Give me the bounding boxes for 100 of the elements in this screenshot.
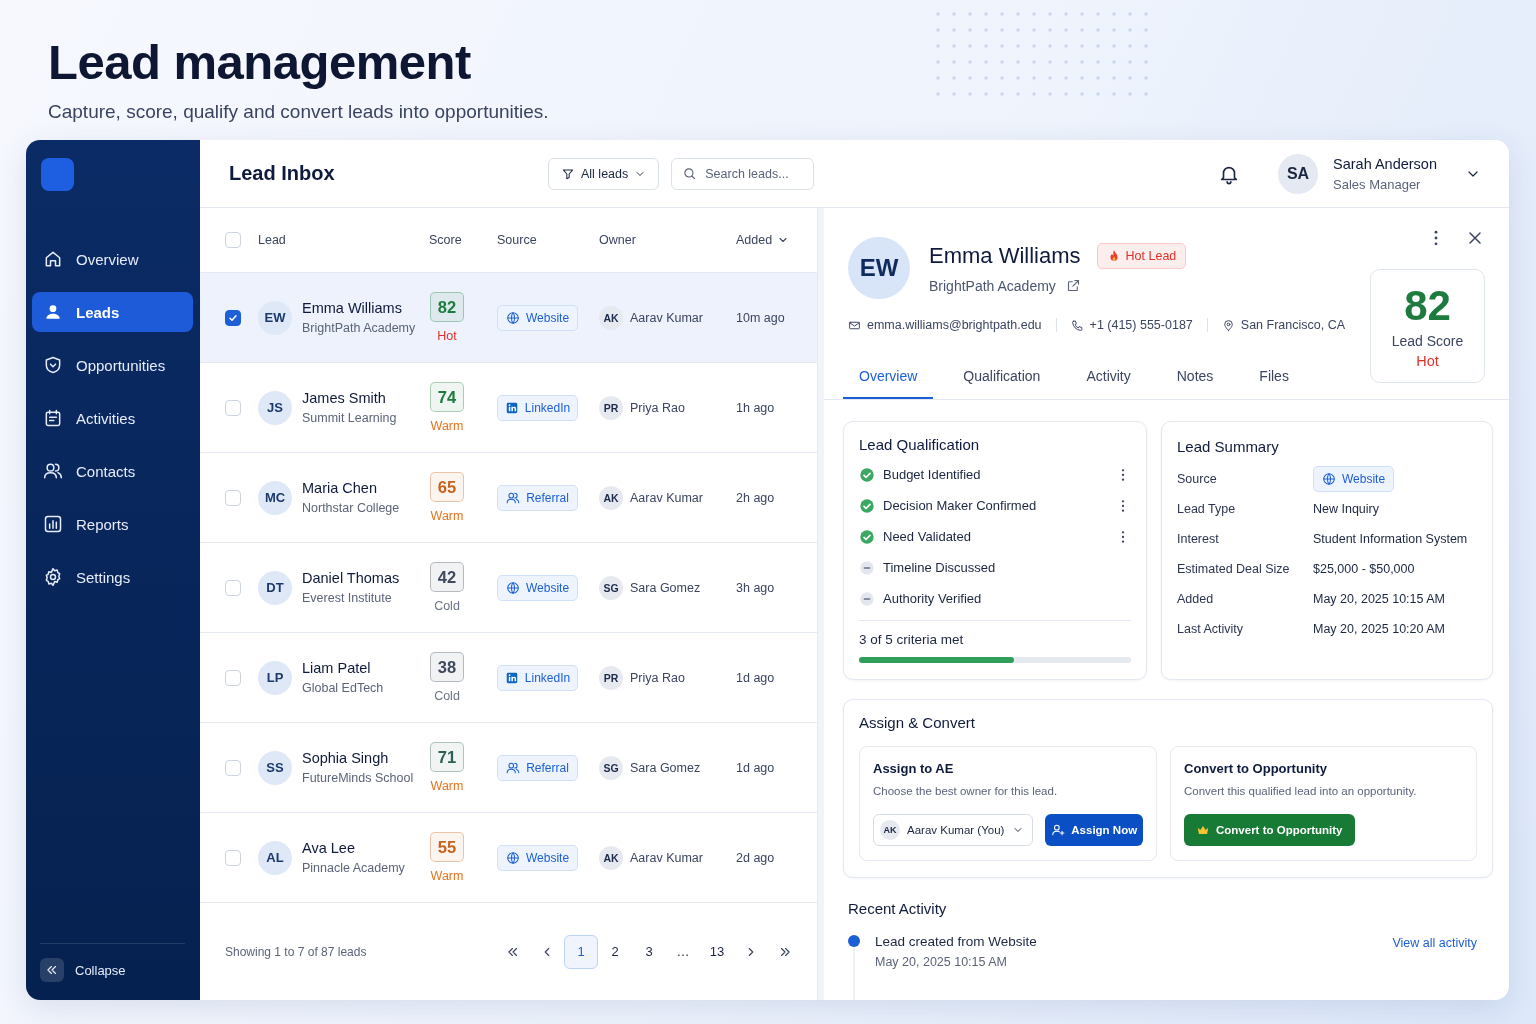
card-description: Convert this qualified lead into an opportunity. bbox=[1184, 785, 1418, 797]
nav-item[interactable]: Reports bbox=[32, 504, 193, 544]
card-title: Assign to AE bbox=[873, 761, 955, 776]
page-button[interactable]: 3 bbox=[632, 934, 666, 969]
source-label: Website bbox=[525, 310, 570, 325]
collapse-icon bbox=[40, 958, 64, 982]
tab[interactable]: Notes bbox=[1160, 355, 1230, 399]
score-badge: 38 bbox=[430, 652, 464, 682]
table-row[interactable]: JS James Smith Summit Learning 74 Warm LinkedIn PR Priya Rao 1h ago bbox=[200, 363, 817, 453]
summary-label: Source bbox=[1177, 472, 1218, 486]
avatar: PR bbox=[599, 395, 623, 420]
avatar: SS bbox=[258, 750, 292, 785]
score-badge: 55 bbox=[430, 832, 464, 862]
nav-item[interactable]: Opportunities bbox=[32, 345, 193, 385]
avatar: AK bbox=[599, 845, 623, 870]
user-plus-icon bbox=[1051, 823, 1066, 837]
page-button[interactable]: … bbox=[666, 934, 700, 969]
table-row[interactable]: DT Daniel Thomas Everest Institute 42 Cold Website SG Sara Gomez 3h ago bbox=[200, 543, 817, 633]
avatar: LP bbox=[258, 660, 292, 695]
page-button[interactable]: 13 bbox=[700, 934, 734, 969]
lead-name: Maria Chen bbox=[302, 480, 378, 496]
badge-label: Hot Lead bbox=[1125, 248, 1177, 263]
phone-icon bbox=[1070, 318, 1084, 332]
collapse-button[interactable]: Collapse bbox=[40, 958, 126, 982]
added-time: 1d ago bbox=[736, 670, 776, 685]
owner-name: Aarav Kumar bbox=[630, 850, 703, 865]
temperature-label: Hot bbox=[1416, 353, 1439, 369]
added-time: 3h ago bbox=[736, 580, 776, 595]
globe-icon bbox=[1321, 472, 1336, 486]
pagination-summary: Showing 1 to 7 of 87 leads bbox=[225, 944, 367, 959]
view-all-link[interactable]: View all activity bbox=[1392, 936, 1477, 950]
external-link-icon[interactable] bbox=[1065, 278, 1081, 293]
column-header[interactable]: Score bbox=[429, 233, 462, 247]
nav-item[interactable]: Activities bbox=[32, 398, 193, 438]
logo-icon bbox=[41, 158, 74, 191]
score-badge: 74 bbox=[430, 382, 464, 412]
activity-time: May 20, 2025 10:15 AM bbox=[875, 955, 1009, 969]
page-button[interactable]: 1 bbox=[564, 934, 598, 969]
criterion-label: Need Validated bbox=[883, 529, 971, 544]
table-row[interactable]: AL Ava Lee Pinnacle Academy 55 Warm Website AK Aarav Kumar 2d ago bbox=[200, 813, 817, 903]
score-badge: 65 bbox=[430, 472, 464, 502]
owner-name: Priya Rao bbox=[630, 400, 685, 415]
contact-text: +1 (415) 555-0187 bbox=[1089, 318, 1193, 332]
criterion-label: Decision Maker Confirmed bbox=[883, 498, 1037, 513]
score-label: Lead Score bbox=[1391, 333, 1464, 349]
nav-item[interactable]: Leads bbox=[32, 292, 193, 332]
summary-value: Student Information System bbox=[1313, 532, 1468, 546]
owner-name: Priya Rao bbox=[630, 670, 685, 685]
company-name: FutureMinds School bbox=[302, 771, 414, 785]
summary-label: Last Activity bbox=[1177, 622, 1244, 636]
search-input[interactable]: Search leads... bbox=[705, 166, 806, 181]
filter-button[interactable]: All leads bbox=[548, 157, 660, 190]
search-field[interactable]: Search leads... bbox=[671, 157, 815, 190]
nav-item[interactable]: Contacts bbox=[32, 451, 193, 491]
linkedin-icon bbox=[504, 670, 519, 685]
lead-name: Sophia Singh bbox=[302, 750, 390, 766]
criterion-label: Budget Identified bbox=[883, 467, 981, 482]
filter-icon bbox=[561, 166, 575, 181]
globe-icon bbox=[505, 310, 520, 325]
page-button[interactable]: 2 bbox=[598, 934, 632, 969]
convert-button[interactable]: Convert to Opportunity bbox=[1184, 814, 1355, 846]
column-header[interactable]: Source bbox=[497, 233, 537, 247]
nav-item[interactable]: Overview bbox=[32, 239, 193, 279]
table-row[interactable]: MC Maria Chen Northstar College 65 Warm Referral AK Aarav Kumar 2h ago bbox=[200, 453, 817, 543]
lead-name: James Smith bbox=[302, 390, 387, 406]
tab[interactable]: Activity bbox=[1070, 355, 1147, 399]
tab[interactable]: Overview bbox=[843, 355, 934, 399]
card-title: Convert to Opportunity bbox=[1184, 761, 1328, 776]
score-badge: 82 bbox=[430, 292, 464, 322]
owner-name: Sara Gomez bbox=[630, 580, 701, 595]
owner-select[interactable]: AK Aarav Kumar (You) bbox=[873, 814, 1034, 846]
user-icon bbox=[43, 302, 63, 322]
avatar: EW bbox=[258, 300, 292, 335]
assign-button[interactable]: Assign Now bbox=[1045, 814, 1143, 846]
page-title: Lead management bbox=[48, 34, 471, 90]
column-header[interactable]: Owner bbox=[599, 233, 636, 247]
summary-value: May 20, 2025 10:15 AM bbox=[1313, 592, 1446, 606]
avatar: SG bbox=[599, 755, 623, 780]
avatar: MC bbox=[258, 480, 292, 515]
table-row[interactable]: SS Sophia Singh FutureMinds School 71 Warm Referral SG Sara Gomez 1d ago bbox=[200, 723, 817, 813]
checkbox[interactable] bbox=[225, 309, 241, 326]
summary-value: May 20, 2025 10:20 AM bbox=[1313, 622, 1446, 636]
panel-title: Lead Inbox bbox=[229, 162, 336, 185]
table-row[interactable]: LP Liam Patel Global EdTech 38 Cold LinkedIn PR Priya Rao 1d ago bbox=[200, 633, 817, 723]
avatar: AL bbox=[258, 840, 292, 875]
tab[interactable]: Files bbox=[1243, 355, 1305, 399]
summary-label: Estimated Deal Size bbox=[1177, 562, 1291, 576]
column-header[interactable]: Lead bbox=[258, 233, 286, 247]
user-role: Sales Manager bbox=[1333, 176, 1422, 192]
nav-item[interactable]: Settings bbox=[32, 557, 193, 597]
company-name: Northstar College bbox=[302, 501, 400, 515]
table-row[interactable]: EW Emma Williams BrightPath Academy 82 Hot Website AK Aarav Kumar 10m ago bbox=[200, 273, 817, 363]
source-label: Website bbox=[525, 580, 570, 595]
lead-name: Emma Williams bbox=[929, 242, 1081, 269]
bar-chart-icon bbox=[43, 514, 63, 534]
criteria-summary: 3 of 5 criteria met bbox=[859, 632, 965, 647]
source-label: Website bbox=[1341, 472, 1386, 486]
tab[interactable]: Qualification bbox=[947, 355, 1057, 399]
column-header[interactable]: Added bbox=[736, 233, 790, 247]
score-badge: 71 bbox=[430, 742, 464, 772]
